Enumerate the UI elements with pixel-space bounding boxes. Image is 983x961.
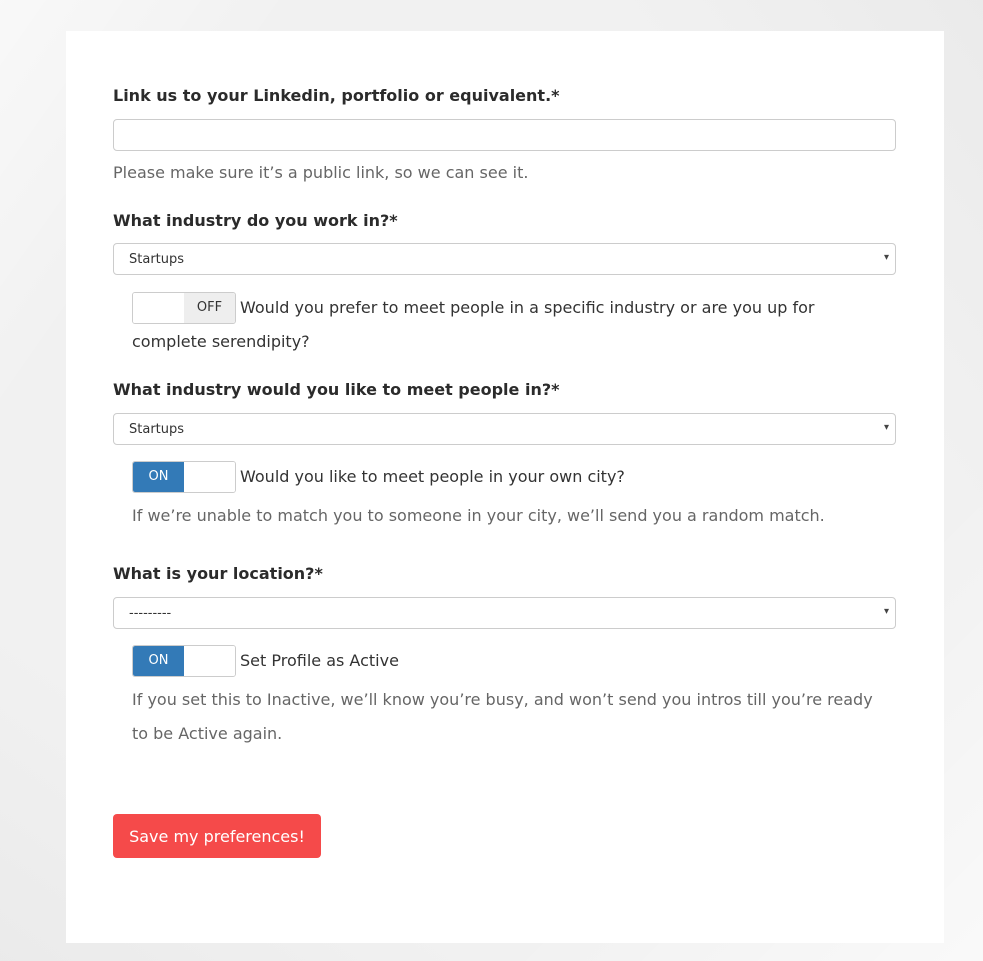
linkedin-help: Please make sure it’s a public link, so … (113, 163, 529, 182)
toggle-blank-handle (184, 646, 235, 676)
own-city-question: Would you like to meet people in your ow… (240, 467, 625, 486)
toggle-off-label: OFF (184, 293, 235, 323)
active-profile-help: If you set this to Inactive, we’ll know … (132, 690, 873, 709)
active-profile-toggle[interactable]: ON (132, 645, 236, 677)
chevron-down-icon: ▾ (883, 422, 889, 433)
location-select-value: --------- (129, 606, 172, 621)
toggle-on-label: ON (133, 646, 184, 676)
specific-industry-question: Would you prefer to meet people in a spe… (240, 298, 815, 317)
active-profile-label: Set Profile as Active (240, 651, 399, 670)
meet-industry-label: What industry would you like to meet peo… (113, 380, 560, 399)
location-label: What is your location?* (113, 564, 323, 583)
meet-industry-select[interactable]: Startups ▾ (113, 413, 896, 445)
own-city-help: If we’re unable to match you to someone … (132, 506, 825, 525)
toggle-blank-handle (133, 293, 184, 323)
save-preferences-button[interactable]: Save my preferences! (113, 814, 321, 858)
chevron-down-icon: ▾ (883, 606, 889, 617)
industry-select-value: Startups (129, 252, 185, 267)
industry-select[interactable]: Startups ▾ (113, 243, 896, 275)
toggle-on-label: ON (133, 462, 184, 492)
chevron-down-icon: ▾ (883, 252, 889, 263)
linkedin-input[interactable] (113, 119, 896, 151)
location-select[interactable]: --------- ▾ (113, 597, 896, 629)
meet-industry-select-value: Startups (129, 422, 185, 437)
own-city-toggle[interactable]: ON (132, 461, 236, 493)
toggle-blank-handle (184, 462, 235, 492)
industry-label: What industry do you work in?* (113, 211, 398, 230)
active-profile-help-cont: to be Active again. (132, 724, 283, 743)
specific-industry-toggle[interactable]: OFF (132, 292, 236, 324)
specific-industry-question-cont: complete serendipity? (132, 332, 310, 351)
linkedin-label: Link us to your Linkedin, portfolio or e… (113, 86, 560, 105)
preferences-card: Link us to your Linkedin, portfolio or e… (66, 31, 944, 943)
